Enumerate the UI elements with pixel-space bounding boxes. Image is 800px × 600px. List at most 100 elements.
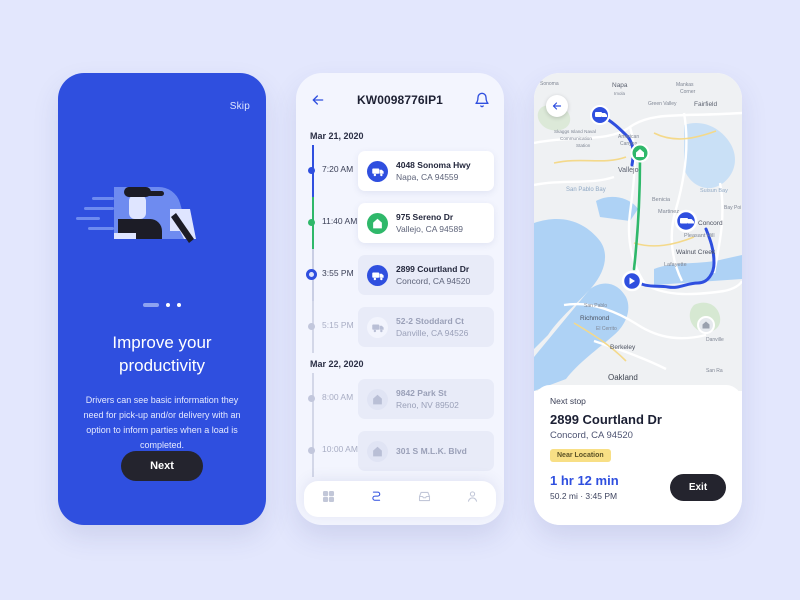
pagination-dot[interactable] [166,303,170,307]
svg-text:Station: Station [576,143,591,148]
trip-stop-row[interactable]: 7:20 AM 4048 Sonoma Hwy Napa, CA 94559 [296,145,504,197]
timeline-dot [308,395,315,402]
bell-icon[interactable] [474,92,490,108]
back-arrow-icon [552,102,562,110]
pagination-dot-active[interactable] [143,303,159,307]
svg-text:San Ra: San Ra [706,368,723,374]
stop-card[interactable]: 975 Sereno Dr Vallejo, CA 94589 [358,203,494,243]
trip-stop-row[interactable]: 8:00 AM 9842 Park St Reno, NV 89502 [296,373,504,425]
trip-stop-row[interactable]: 5:15 PM 52-2 Stoddard Ct Danville, CA 9452… [296,301,504,353]
stop-time: 11:40 AM [322,216,358,226]
next-button[interactable]: Next [121,451,203,481]
next-stop-label: Next stop [550,396,586,406]
truck-icon [372,271,384,280]
back-arrow-icon[interactable] [310,92,326,108]
timeline-dot [308,219,315,226]
trip-header: KW0098776IP1 [296,73,504,127]
svg-text:Sonoma: Sonoma [540,81,559,87]
svg-text:Fairfield: Fairfield [694,101,718,108]
stop-avatar [367,388,388,410]
stop-text: 2899 Courtland Dr Concord, CA 94520 [396,264,470,286]
trip-date-label: Mar 22, 2020 [310,359,364,369]
destination-city: Concord, CA 94520 [550,430,633,441]
trip-stop-row[interactable]: 10:00 AM 301 S M.L.K. Blvd [296,425,504,477]
page-description: Drivers can see basic information they n… [83,395,241,450]
stop-avatar [367,440,388,462]
nav-profile[interactable] [465,489,480,509]
svg-text:Skaggs Island Naval: Skaggs Island Naval [554,129,596,134]
nav-inbox[interactable] [417,489,432,509]
screenshot-canvas: Skip Improve your productivity Drivers c… [0,0,800,600]
stop-time: 10:00 AM [322,444,358,454]
stop-text: 4048 Sonoma Hwy Napa, CA 94559 [396,160,471,182]
svg-text:Corner: Corner [680,89,696,95]
svg-text:Benicia: Benicia [652,197,671,203]
timeline-dot [306,269,317,280]
nav-dashboard[interactable] [321,489,336,509]
stop-card[interactable]: 52-2 Stoddard Ct Danville, CA 94526 [358,307,494,347]
svg-text:Green Valley: Green Valley [648,101,677,107]
eta-duration: 1 hr 12 min [550,473,619,488]
stop-avatar [367,212,388,234]
stop-city: Vallejo, CA 94589 [396,224,463,234]
svg-text:Danville: Danville [706,337,724,343]
next-stop-sheet: Next stop 2899 Courtland Dr Concord, CA … [534,385,742,525]
svg-text:Pleasant Hill: Pleasant Hill [684,233,715,239]
svg-text:Bay Poi: Bay Poi [724,205,741,211]
navigation-screen: Napa Imola Green Valley Fairfield Mankas… [534,73,742,525]
stop-text: 52-2 Stoddard Ct Danville, CA 94526 [396,316,468,338]
svg-text:Richmond: Richmond [580,315,610,322]
grid-icon [322,490,334,503]
map-view[interactable]: Napa Imola Green Valley Fairfield Mankas… [534,73,742,391]
stop-address: 52-2 Stoddard Ct [396,316,465,326]
svg-text:San Pablo: San Pablo [584,303,607,309]
nav-trips[interactable] [369,489,384,509]
stop-text: 301 S M.L.K. Blvd [396,446,467,456]
trip-id-title: KW0098776IP1 [357,93,443,107]
pagination-dot[interactable] [177,303,181,307]
svg-text:El Cerrito: El Cerrito [596,326,617,332]
skip-button[interactable]: Skip [230,101,250,112]
stop-card[interactable]: 2899 Courtland Dr Concord, CA 94520 [358,255,494,295]
stop-card[interactable]: 9842 Park St Reno, NV 89502 [358,379,494,419]
status-badge: Near Location [550,449,611,462]
stop-avatar [367,264,388,286]
stop-city: Danville, CA 94526 [396,328,469,338]
trip-stop-list[interactable]: Mar 21, 2020 7:20 AM 4048 Sonoma Hwy Napa, … [296,125,504,525]
stop-address: 9842 Park St [396,388,447,398]
stop-avatar [367,160,388,182]
truck-icon [372,167,384,176]
svg-text:Communication: Communication [560,136,592,141]
stop-city: Napa, CA 94559 [396,172,459,182]
exit-button[interactable]: Exit [670,473,726,501]
svg-text:Oakland: Oakland [608,373,638,382]
stop-text: 975 Sereno Dr Vallejo, CA 94589 [396,212,463,234]
onboarding-screen: Skip Improve your productivity Drivers c… [58,73,266,525]
stop-address: 975 Sereno Dr [396,212,454,222]
stop-address: 301 S M.L.K. Blvd [396,446,467,456]
pagination-dots [58,303,266,307]
map-canvas: Napa Imola Green Valley Fairfield Mankas… [534,73,742,391]
timeline-dot [308,447,315,454]
stop-address: 2899 Courtland Dr [396,264,470,274]
stop-city: Reno, NV 89502 [396,400,459,410]
eta-row: 1 hr 12 min 50.2 mi · 3:45 PM Exit [550,473,726,501]
person-icon [467,491,477,502]
home-icon [373,394,382,404]
bottom-navigation [304,481,496,517]
svg-text:Berkeley: Berkeley [610,344,636,351]
trip-stop-row[interactable]: 3:55 PM 2899 Courtland Dr Concord, CA 9452… [296,249,504,301]
trip-stop-row[interactable]: 11:40 AM 975 Sereno Dr Vallejo, CA 94589 [296,197,504,249]
svg-text:American: American [618,134,639,140]
svg-text:Lafayette: Lafayette [664,262,687,268]
svg-text:San Pablo Bay: San Pablo Bay [566,187,606,193]
svg-text:Martinez: Martinez [658,209,679,215]
stop-card[interactable]: 4048 Sonoma Hwy Napa, CA 94559 [358,151,494,191]
truck-icon [372,323,384,332]
timeline-dot [308,323,315,330]
stop-card[interactable]: 301 S M.L.K. Blvd [358,431,494,471]
stop-time: 3:55 PM [322,268,354,278]
map-back-button[interactable] [546,95,568,117]
eta-distance-arrival: 50.2 mi · 3:45 PM [550,491,618,501]
svg-text:Suisun Bay: Suisun Bay [700,188,728,194]
